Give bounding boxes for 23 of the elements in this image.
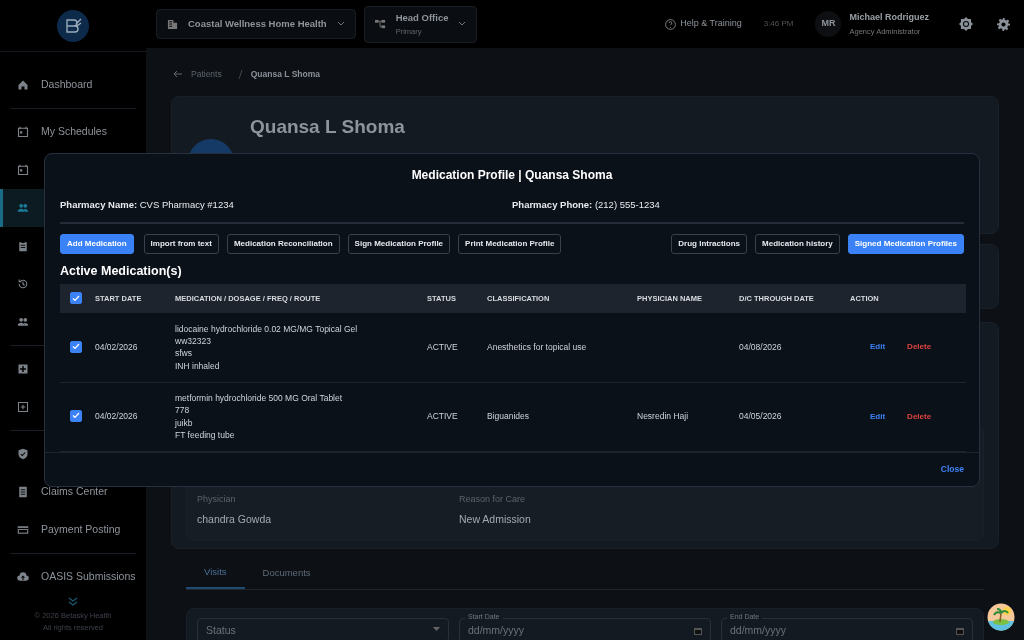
table-cell: metformin hydrochloride 500 MG Oral Tablet 778 juikb FT feeding tube [171, 382, 423, 451]
clock-time: 3:46 PM [763, 18, 794, 30]
table-cell: ACTIVE [423, 382, 483, 451]
table-cell: lidocaine hydrochloride 0.02 MG/MG Topical Gel ww32323 sfws INH inhaled [171, 313, 423, 382]
table-cell: ACTIVE [423, 313, 483, 382]
field-value: New Admission [459, 512, 532, 527]
table-cell: 04/08/2026 [735, 313, 846, 382]
field-value: chandra Gowda [197, 512, 273, 527]
pharmacy-info: Pharmacy Phone: (212) 555-1234 [512, 198, 661, 212]
dialog-title: Medication Profile | Quansa Shoma [411, 167, 613, 184]
breadcrumb-current: Quansa L Shoma [250, 68, 320, 81]
table-cell: 04/02/2026 [91, 313, 171, 382]
section-title: Active Medication(s) [60, 263, 183, 281]
field-label: Reason for Care [459, 492, 527, 506]
table-cell: Biguanides [483, 382, 633, 451]
patient-name: Quansa L Shoma [250, 114, 406, 139]
field-label: Physician [197, 492, 237, 506]
table-cell: 04/02/2026 [91, 382, 171, 451]
user-name: Michael Rodriguez [849, 10, 929, 24]
pharmacy-info: Pharmacy Name: CVS Pharmacy #1234 [60, 198, 235, 212]
table-cell: Nesredin Haji [633, 382, 735, 451]
table-cell: Anesthetics for topical use [483, 313, 633, 382]
table-cell: 04/05/2026 [735, 382, 846, 451]
